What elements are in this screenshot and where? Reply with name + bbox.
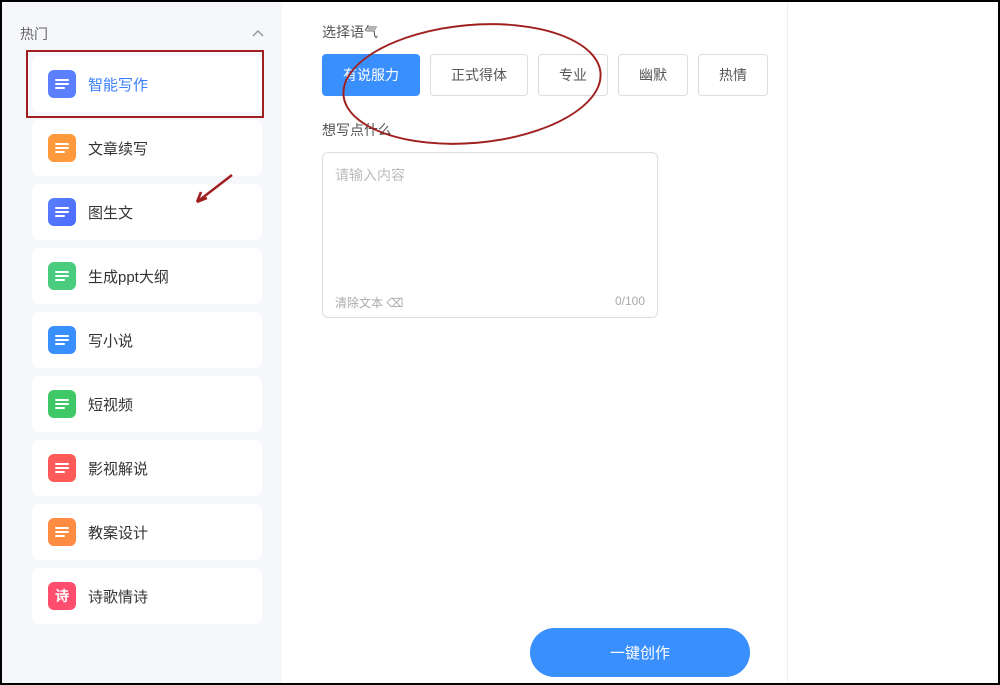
tone-option[interactable]: 有说服力 — [322, 54, 420, 96]
sidebar-item-label: 短视频 — [88, 394, 133, 415]
document-icon — [48, 454, 76, 482]
sidebar-item[interactable]: 图生文 — [32, 184, 262, 240]
sidebar-item-label: 文章续写 — [88, 138, 148, 159]
sidebar-item-wrapper: 教案设计 — [12, 504, 272, 560]
sidebar: 热门 智能写作文章续写图生文生成ppt大纲写小说短视频影视解说教案设计诗诗歌情诗 — [2, 2, 282, 683]
document-icon — [48, 262, 76, 290]
document-icon — [48, 198, 76, 226]
sidebar-item[interactable]: 智能写作 — [32, 56, 262, 112]
sidebar-item-label: 教案设计 — [88, 522, 148, 543]
sidebar-item-wrapper: 写小说 — [12, 312, 272, 368]
document-icon — [48, 70, 76, 98]
sidebar-item[interactable]: 诗诗歌情诗 — [32, 568, 262, 624]
bottom-bar: 一键创作 — [282, 628, 998, 677]
tone-option[interactable]: 热情 — [698, 54, 768, 96]
document-icon — [48, 134, 76, 162]
document-icon: 诗 — [48, 582, 76, 610]
content-textarea-wrapper: 清除文本 ⌫ 0/100 — [322, 152, 658, 318]
textarea-footer: 清除文本 ⌫ 0/100 — [323, 288, 657, 317]
sidebar-item-label: 生成ppt大纲 — [88, 266, 169, 287]
chevron-up-icon — [252, 28, 264, 40]
sidebar-section-title: 热门 — [20, 24, 48, 44]
sidebar-item-label: 图生文 — [88, 202, 133, 223]
sidebar-item[interactable]: 短视频 — [32, 376, 262, 432]
document-icon — [48, 326, 76, 354]
char-count: 0/100 — [615, 294, 645, 311]
sidebar-item-wrapper: 短视频 — [12, 376, 272, 432]
create-button[interactable]: 一键创作 — [530, 628, 750, 677]
sidebar-item-label: 智能写作 — [88, 74, 148, 95]
sidebar-section-header[interactable]: 热门 — [12, 12, 272, 56]
content-section-label: 想写点什么 — [322, 120, 958, 140]
sidebar-item[interactable]: 文章续写 — [32, 120, 262, 176]
sidebar-items: 智能写作文章续写图生文生成ppt大纲写小说短视频影视解说教案设计诗诗歌情诗 — [12, 56, 272, 624]
sidebar-item-wrapper: 智能写作 — [12, 56, 272, 112]
sidebar-item-wrapper: 图生文 — [12, 184, 272, 240]
tone-option[interactable]: 专业 — [538, 54, 608, 96]
main-panel: 选择语气 有说服力正式得体专业幽默热情 想写点什么 清除文本 ⌫ 0/100 一… — [282, 2, 998, 683]
sidebar-item-wrapper: 影视解说 — [12, 440, 272, 496]
sidebar-item[interactable]: 影视解说 — [32, 440, 262, 496]
sidebar-item-label: 诗歌情诗 — [88, 586, 148, 607]
tone-option[interactable]: 幽默 — [618, 54, 688, 96]
clear-text-button[interactable]: 清除文本 ⌫ — [335, 294, 403, 311]
tone-option[interactable]: 正式得体 — [430, 54, 528, 96]
tone-section-label: 选择语气 — [322, 22, 958, 42]
content-input[interactable] — [323, 153, 657, 283]
document-icon — [48, 390, 76, 418]
sidebar-item-wrapper: 文章续写 — [12, 120, 272, 176]
sidebar-item[interactable]: 写小说 — [32, 312, 262, 368]
sidebar-item-label: 影视解说 — [88, 458, 148, 479]
tone-options: 有说服力正式得体专业幽默热情 — [322, 54, 958, 96]
sidebar-item-label: 写小说 — [88, 330, 133, 351]
sidebar-item[interactable]: 教案设计 — [32, 504, 262, 560]
sidebar-item[interactable]: 生成ppt大纲 — [32, 248, 262, 304]
divider — [787, 2, 788, 683]
sidebar-item-wrapper: 诗诗歌情诗 — [12, 568, 272, 624]
sidebar-item-wrapper: 生成ppt大纲 — [12, 248, 272, 304]
document-icon — [48, 518, 76, 546]
